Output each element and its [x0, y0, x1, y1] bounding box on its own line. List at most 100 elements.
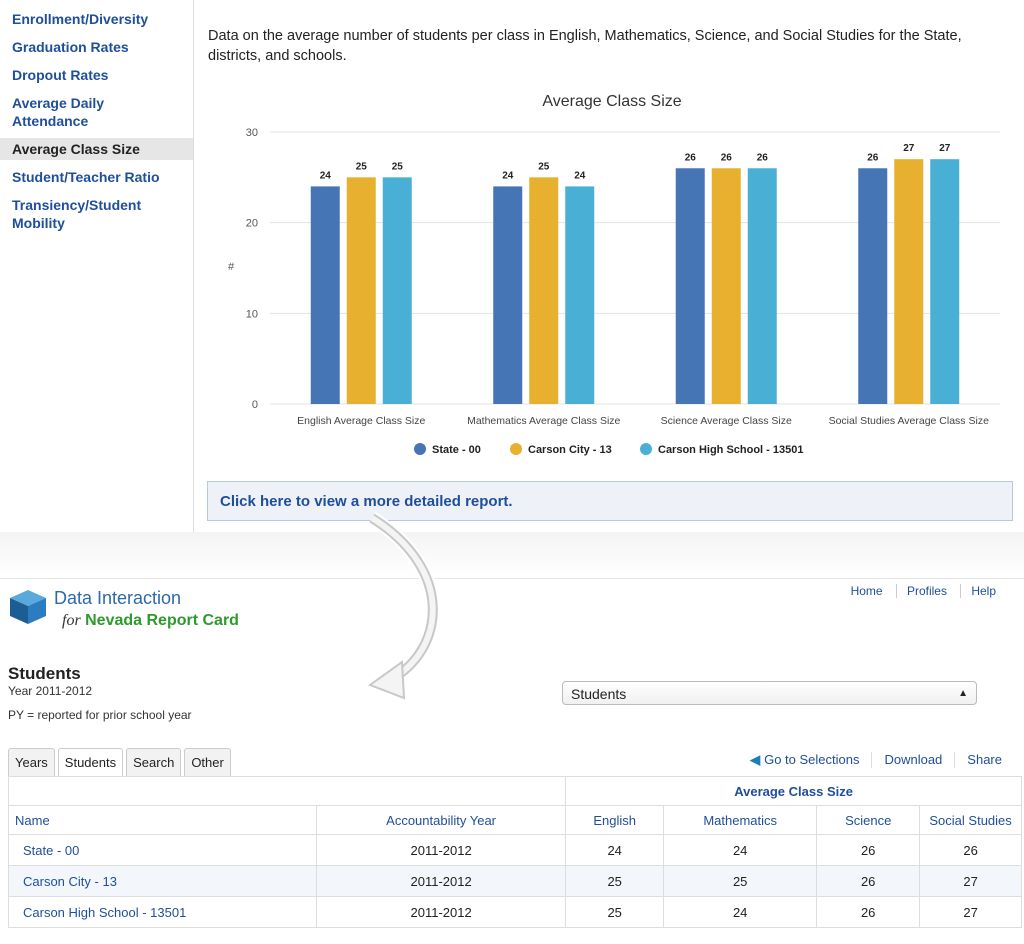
- legend-label: Carson City - 13: [528, 444, 612, 456]
- nav-help-link[interactable]: Help: [960, 584, 1006, 598]
- page-intro: Data on the average number of students p…: [208, 28, 962, 64]
- legend-label: State - 00: [432, 444, 481, 456]
- table-group-header-row: Average Class Size: [7, 776, 1022, 806]
- nav-profiles-link[interactable]: Profiles: [895, 584, 957, 598]
- tab-years[interactable]: Years: [8, 748, 55, 776]
- bar-data-label: 27: [903, 143, 915, 154]
- bar-data-label: 27: [939, 143, 951, 154]
- tab-search[interactable]: Search: [126, 748, 182, 776]
- legend-marker: [640, 443, 652, 455]
- chart-bar: [930, 159, 960, 404]
- row-year: 2011-2012: [315, 865, 567, 897]
- class-size-table: Average Class Size Name Accountability Y…: [7, 776, 1022, 928]
- chart-bar: [675, 168, 705, 404]
- bar-data-label: 24: [574, 170, 586, 181]
- row-social-studies: 26: [919, 834, 1022, 866]
- top-nav: Home Profiles Help: [841, 584, 1006, 598]
- sidebar-item-graduation[interactable]: Graduation Rates: [0, 36, 193, 58]
- sidebar-item-enrollment[interactable]: Enrollment/Diversity: [0, 8, 193, 30]
- table-row: Carson City - 13 2011-2012 25 25 26 27: [8, 865, 1022, 897]
- topic-select-value: Students: [571, 686, 627, 702]
- row-name-link[interactable]: Carson High School - 13501: [8, 896, 317, 928]
- tab-other[interactable]: Other: [184, 748, 231, 776]
- nav-home-link[interactable]: Home: [841, 584, 893, 598]
- row-name-link[interactable]: Carson City - 13: [8, 865, 317, 897]
- chart-bar: [894, 159, 924, 404]
- app-subtitle-for: for: [62, 612, 81, 629]
- sidebar-item-mobility[interactable]: Transiency/Student Mobility: [0, 194, 193, 234]
- download-link[interactable]: Download: [871, 752, 954, 768]
- col-header-mathematics[interactable]: Mathematics: [663, 805, 818, 835]
- bar-data-label: 26: [867, 152, 879, 163]
- col-header-english[interactable]: English: [565, 805, 665, 835]
- bar-data-label: 26: [757, 152, 769, 163]
- row-english: 24: [565, 834, 665, 866]
- row-mathematics: 24: [663, 834, 818, 866]
- arrow-left-icon: ◀: [750, 752, 761, 767]
- sidebar-item-attendance[interactable]: Average Daily Attendance: [0, 92, 193, 132]
- app-subtitle-name: Nevada Report Card: [85, 612, 239, 629]
- x-tick-label: English Average Class Size: [297, 415, 425, 427]
- row-name-link[interactable]: State - 00: [8, 834, 317, 866]
- topic-select[interactable]: Students ▲: [562, 681, 977, 705]
- bar-data-label: 25: [392, 161, 404, 172]
- chart-bar: [711, 168, 741, 404]
- chart-bar: [310, 186, 340, 404]
- chart-bar: [565, 186, 595, 404]
- page-title: Students: [8, 664, 81, 683]
- chart-bar: [529, 177, 559, 404]
- detailed-report-link[interactable]: Click here to view a more detailed repor…: [207, 481, 1013, 521]
- legend-marker: [414, 443, 426, 455]
- table-header-row: Name Accountability Year English Mathema…: [8, 805, 1022, 835]
- col-header-name[interactable]: Name: [8, 805, 317, 835]
- row-social-studies: 27: [919, 865, 1022, 897]
- sidebar-item-dropout[interactable]: Dropout Rates: [0, 64, 193, 86]
- bar-data-label: 24: [502, 170, 514, 181]
- row-year: 2011-2012: [315, 896, 567, 928]
- table-header-spacer: [7, 776, 567, 806]
- sidebar-item-class-size[interactable]: Average Class Size: [0, 138, 193, 160]
- y-tick-label: 30: [246, 127, 258, 139]
- chart-bar: [346, 177, 376, 404]
- tab-bar: Years Students Search Other: [8, 748, 234, 776]
- transition-arrow-icon: [367, 512, 440, 700]
- sidebar-item-teacher-ratio[interactable]: Student/Teacher Ratio: [0, 166, 193, 188]
- bar-data-label: 26: [721, 152, 733, 163]
- go-to-selections-link[interactable]: ◀ Go to Selections: [738, 752, 871, 768]
- y-tick-label: 0: [252, 399, 258, 411]
- x-tick-label: Social Studies Average Class Size: [829, 415, 989, 427]
- class-size-chart: Average Class Size # 0 10 20 30 24 25 25 Englis…: [228, 93, 1000, 456]
- y-tick-label: 20: [246, 218, 258, 230]
- share-link[interactable]: Share: [954, 752, 1014, 768]
- table-group-header: Average Class Size: [565, 776, 1022, 806]
- col-header-social-studies[interactable]: Social Studies: [919, 805, 1022, 835]
- page-year: Year 2011-2012: [8, 684, 93, 698]
- row-social-studies: 27: [919, 896, 1022, 928]
- y-tick-label: 10: [246, 308, 258, 320]
- app-subtitle: for Nevada Report Card: [62, 612, 239, 630]
- row-mathematics: 25: [663, 865, 818, 897]
- row-english: 25: [565, 896, 665, 928]
- chart-bar: [382, 177, 412, 404]
- chart-bar: [493, 186, 523, 404]
- bar-data-label: 25: [538, 161, 550, 172]
- chart-title: Average Class Size: [542, 93, 681, 110]
- row-science: 26: [816, 865, 921, 897]
- table-actions: ◀ Go to Selections Download Share: [738, 752, 1014, 768]
- legend-marker: [510, 443, 522, 455]
- tab-students[interactable]: Students: [57, 748, 124, 776]
- page-note: PY = reported for prior school year: [8, 708, 192, 722]
- legend-label: Carson High School - 13501: [658, 444, 803, 456]
- col-header-year[interactable]: Accountability Year: [315, 805, 567, 835]
- bar-data-label: 25: [356, 161, 368, 172]
- section-divider: [0, 532, 1024, 579]
- sidebar-nav: Enrollment/Diversity Graduation Rates Dr…: [0, 0, 194, 532]
- chart-ylabel: #: [228, 261, 235, 273]
- row-year: 2011-2012: [315, 834, 567, 866]
- chart-bar: [747, 168, 777, 404]
- col-header-science[interactable]: Science: [816, 805, 921, 835]
- cube-logo-icon: [10, 590, 46, 624]
- select-updown-icon: ▲: [958, 688, 968, 699]
- table-row: State - 00 2011-2012 24 24 26 26: [8, 834, 1022, 866]
- chart-bar: [858, 168, 888, 404]
